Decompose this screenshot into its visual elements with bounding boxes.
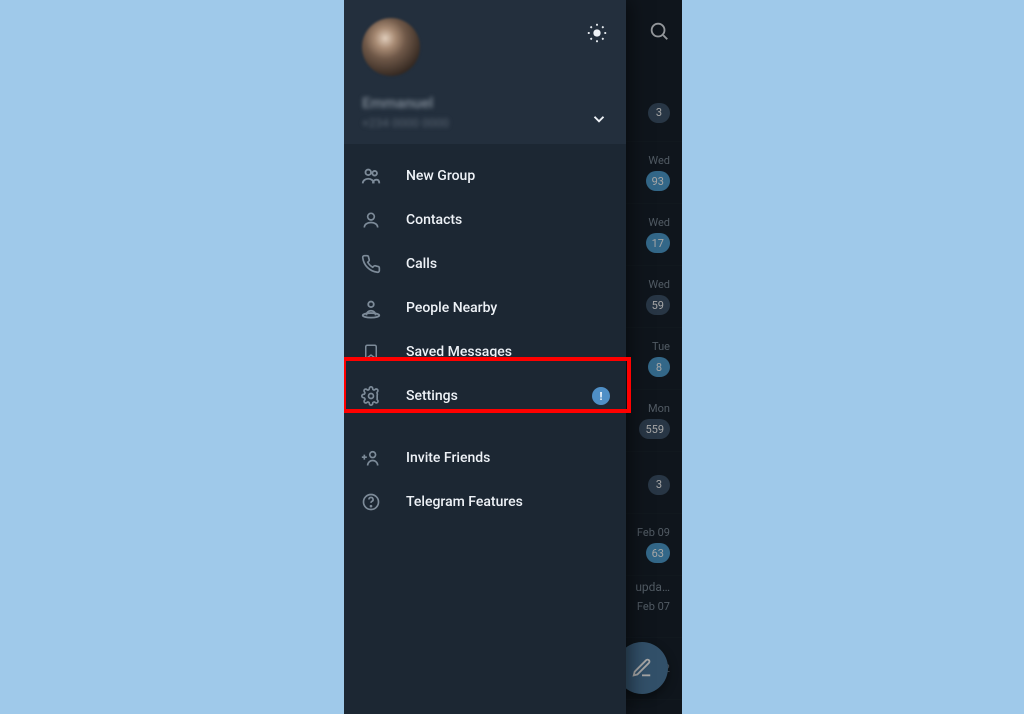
- menu-settings[interactable]: Settings !: [344, 374, 626, 418]
- phone-frame: 3Wed93Wed17Wed59Tue8Mon5593Feb 0963Feb 0…: [344, 0, 682, 714]
- bookmark-icon: [360, 342, 382, 362]
- help-icon: [360, 492, 382, 512]
- menu-people-nearby[interactable]: People Nearby: [344, 286, 626, 330]
- settings-alert-badge: !: [592, 387, 610, 405]
- person-icon: [360, 210, 382, 230]
- chevron-down-icon[interactable]: [590, 110, 608, 128]
- phone-icon: [360, 254, 382, 274]
- menu-label: Telegram Features: [406, 494, 523, 510]
- gear-icon: [360, 386, 382, 406]
- menu-saved-messages[interactable]: Saved Messages: [344, 330, 626, 374]
- profile-phone: +234 0000 0000: [362, 116, 608, 130]
- drawer-menu: New Group Contacts Calls People Nearby: [344, 144, 626, 524]
- location-person-icon: [360, 297, 382, 319]
- menu-contacts[interactable]: Contacts: [344, 198, 626, 242]
- person-add-icon: [360, 448, 382, 468]
- profile-name: Emmanuel: [362, 94, 608, 112]
- menu-new-group[interactable]: New Group: [344, 154, 626, 198]
- menu-label: Saved Messages: [406, 344, 512, 360]
- drawer-overlay[interactable]: [626, 0, 682, 714]
- avatar[interactable]: [362, 18, 420, 76]
- menu-label: Invite Friends: [406, 450, 490, 466]
- navigation-drawer: Emmanuel +234 0000 0000 New Group Contac…: [344, 0, 626, 714]
- menu-label: New Group: [406, 168, 475, 184]
- menu-label: Settings: [406, 388, 458, 404]
- drawer-header: Emmanuel +234 0000 0000: [344, 0, 626, 144]
- menu-label: People Nearby: [406, 300, 497, 316]
- theme-toggle-icon[interactable]: [586, 22, 608, 44]
- group-icon: [360, 165, 382, 187]
- menu-label: Calls: [406, 256, 437, 272]
- menu-label: Contacts: [406, 212, 462, 228]
- menu-invite-friends[interactable]: Invite Friends: [344, 436, 626, 480]
- menu-calls[interactable]: Calls: [344, 242, 626, 286]
- menu-telegram-features[interactable]: Telegram Features: [344, 480, 626, 524]
